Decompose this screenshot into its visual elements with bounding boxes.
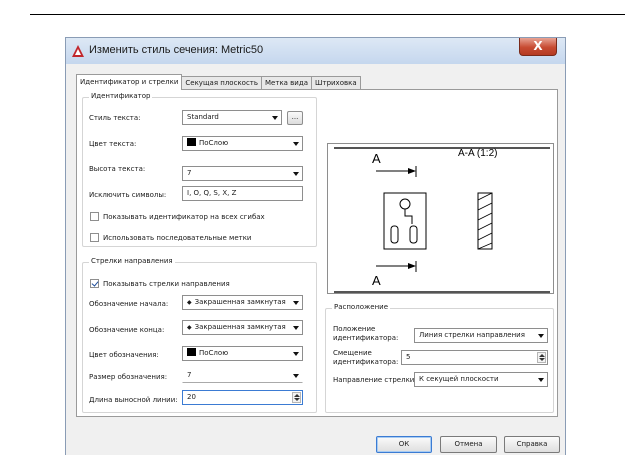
color-swatch [187, 138, 196, 146]
symbol-size-value: 7 [187, 371, 192, 379]
symbol-size-label: Размер обозначения: [89, 373, 168, 381]
text-color-label: Цвет текста: [89, 140, 137, 148]
chevron-down-icon [272, 116, 278, 120]
chevron-down-icon [293, 326, 299, 330]
symbol-color-label: Цвет обозначения: [89, 351, 159, 359]
arrow-direction-label: Направление стрелки: [333, 376, 417, 384]
show-all-bends-label: Показывать идентификатор на всех сгибах [103, 213, 265, 221]
symbol-color-value: ПоСлою [199, 349, 229, 357]
extension-length-input[interactable]: 20 [182, 390, 303, 405]
chevron-down-icon [538, 378, 544, 382]
end-symbol-label: Обозначение конца: [89, 326, 165, 334]
text-height-value: 7 [187, 169, 192, 177]
start-symbol-value: Закрашенная замкнутая [194, 298, 286, 306]
extension-length-value: 20 [187, 393, 196, 401]
identifier-position-label: Положение идентификатора: [333, 325, 399, 342]
text-style-select[interactable]: Standard [182, 110, 282, 125]
help-button[interactable]: Справка [504, 436, 560, 453]
symbol-color-select[interactable]: ПоСлою [182, 346, 303, 361]
identifier-offset-label: Смещение идентификатора: [333, 349, 399, 366]
arrowhead-icon: ◆ [187, 324, 192, 331]
spinner-arrows-icon[interactable] [537, 352, 546, 363]
end-symbol-select[interactable]: ◆ Закрашенная замкнутая [182, 320, 303, 335]
placement-group-title: Расположение [332, 303, 391, 311]
preview-label-top: A [372, 151, 381, 166]
ok-button[interactable]: ОК [376, 436, 432, 453]
chevron-down-icon [538, 334, 544, 338]
arrowhead-icon [408, 263, 416, 269]
title-bar[interactable]: Изменить стиль сечения: Metric50 X [66, 38, 565, 64]
arrow-direction-select[interactable]: К секущей плоскости [414, 372, 548, 387]
start-symbol-select[interactable]: ◆ Закрашенная замкнутая [182, 295, 303, 310]
symbol-size-select[interactable]: 7 [182, 368, 303, 383]
text-height-label: Высота текста: [89, 165, 146, 173]
arrowhead-icon [408, 168, 416, 174]
tab-identifier-arrows[interactable]: Идентификатор и стрелки [76, 74, 183, 90]
tab-hatch[interactable]: Штриховка [311, 76, 361, 90]
edit-section-style-dialog: Изменить стиль сечения: Metric50 X Идент… [65, 37, 566, 455]
arrowhead-icon: ◆ [187, 299, 192, 306]
identifier-offset-input[interactable]: 5 [401, 350, 548, 365]
show-arrows-checkbox[interactable] [90, 279, 99, 288]
spinner-arrows-icon[interactable] [292, 392, 301, 403]
chevron-down-icon [293, 142, 299, 146]
exclude-chars-input[interactable]: I, O, Q, S, X, Z [182, 186, 303, 201]
end-symbol-value: Закрашенная замкнутая [194, 323, 286, 331]
exclude-chars-label: Исключить символы: [89, 191, 167, 199]
close-button[interactable]: X [519, 38, 557, 56]
text-style-value: Standard [187, 113, 219, 121]
identifier-position-value: Линия стрелки направления [419, 331, 525, 339]
preview-label-bottom: A [372, 273, 381, 288]
color-swatch [187, 348, 196, 356]
text-height-select[interactable]: 7 [182, 166, 303, 181]
tab-view-label[interactable]: Метка вида [261, 76, 312, 90]
chevron-down-icon [293, 352, 299, 356]
consecutive-labels-label: Использовать последовательные метки [103, 234, 252, 242]
consecutive-labels-checkbox[interactable] [90, 233, 99, 242]
chevron-down-icon [293, 374, 299, 378]
tab-panel: Идентификатор Стиль текста: Standard ...… [76, 89, 558, 417]
text-color-select[interactable]: ПоСлою [182, 136, 303, 151]
autocad-logo-icon [72, 45, 84, 57]
show-all-bends-checkbox[interactable] [90, 212, 99, 221]
preview-view-label: A-A (1:2) [458, 148, 497, 159]
cancel-button[interactable]: Отмена [440, 436, 497, 453]
text-color-value: ПоСлою [199, 139, 229, 147]
show-arrows-label: Показывать стрелки направления [103, 280, 230, 288]
identifier-offset-value: 5 [406, 353, 411, 361]
arrow-direction-value: К секущей плоскости [419, 375, 499, 383]
tab-cutting-plane[interactable]: Секущая плоскость [181, 76, 263, 90]
identifier-position-select[interactable]: Линия стрелки направления [414, 328, 548, 343]
start-symbol-label: Обозначение начала: [89, 300, 169, 308]
window-title: Изменить стиль сечения: Metric50 [89, 44, 264, 56]
top-rule [30, 14, 625, 15]
chevron-down-icon [293, 172, 299, 176]
text-style-browse-button[interactable]: ... [287, 111, 303, 125]
section-preview-drawing: A A-A (1:2) A [334, 147, 550, 293]
chevron-down-icon [293, 301, 299, 305]
extension-length-label: Длина выносной линии: [89, 396, 178, 404]
text-style-label: Стиль текста: [89, 114, 141, 122]
preview-pane: A A-A (1:2) A [327, 143, 554, 294]
direction-arrows-group-title: Стрелки направления [89, 257, 175, 265]
identifier-group-title: Идентификатор [89, 92, 153, 100]
tab-strip: Идентификатор и стрелки Секущая плоскост… [76, 74, 361, 90]
